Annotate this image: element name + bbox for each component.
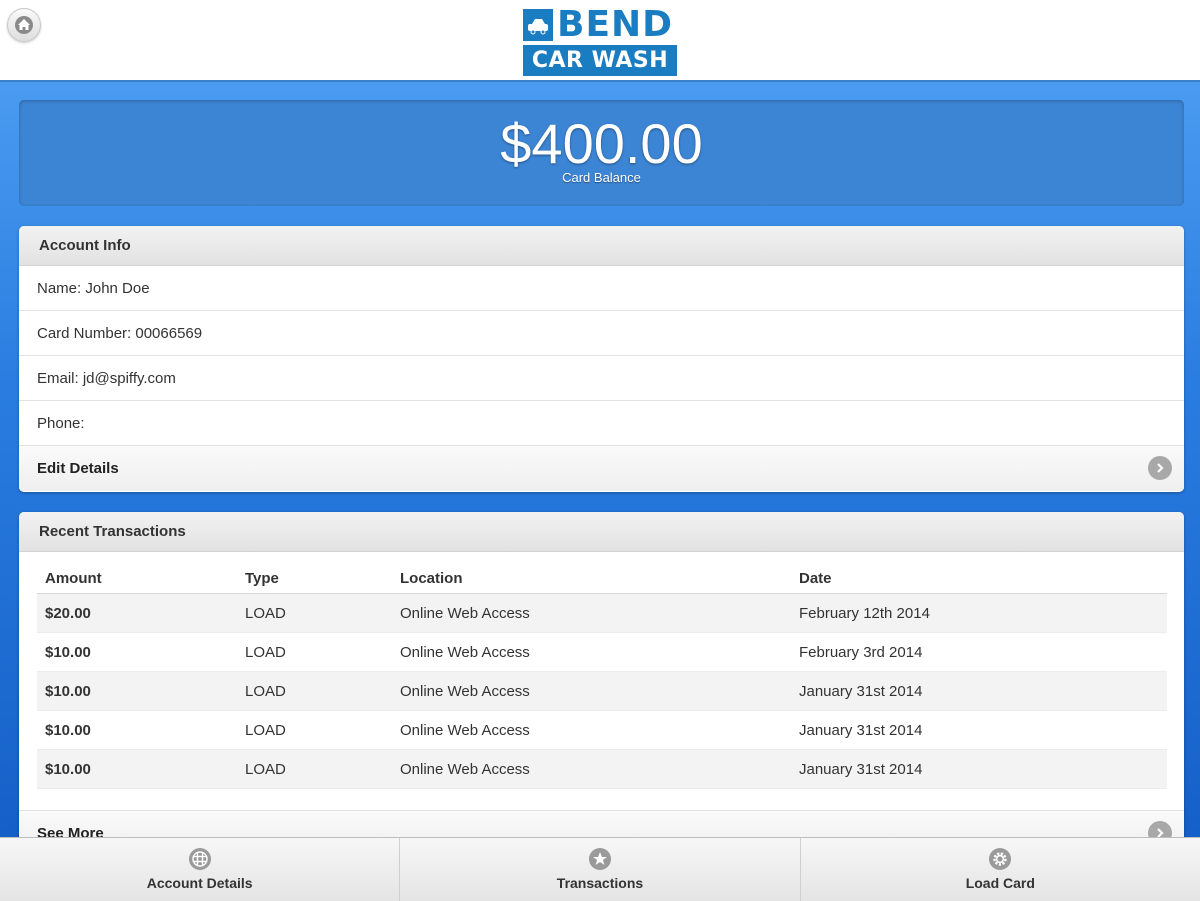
cell-amount: $10.00	[37, 749, 237, 789]
column-amount: Amount	[37, 563, 237, 594]
cell-amount: $10.00	[37, 632, 237, 672]
star-icon	[588, 847, 612, 871]
column-location: Location	[392, 563, 791, 594]
cell-date: February 3rd 2014	[791, 632, 1167, 672]
cell-date: January 31st 2014	[791, 671, 1167, 711]
logo-bottom-word: CAR WASH	[523, 45, 677, 76]
table-row: $10.00 LOAD Online Web Access February 3…	[37, 632, 1167, 672]
car-wash-mark-icon	[523, 9, 553, 41]
nav-load-card[interactable]: Load Card	[801, 838, 1200, 901]
card-balance-panel: $400.00 Card Balance	[19, 100, 1184, 206]
edit-details-label: Edit Details	[37, 460, 119, 477]
recent-transactions-title: Recent Transactions	[19, 512, 1184, 552]
grid-icon	[188, 847, 212, 871]
cell-location: Online Web Access	[392, 710, 791, 750]
cell-location: Online Web Access	[392, 671, 791, 711]
column-type: Type	[237, 563, 392, 594]
table-header-row: Amount Type Location Date	[37, 563, 1167, 594]
cell-type: LOAD	[237, 671, 392, 711]
recent-transactions-card: Recent Transactions Amount Type Location…	[19, 512, 1184, 852]
nav-load-card-label: Load Card	[965, 875, 1035, 891]
cell-type: LOAD	[237, 710, 392, 750]
edit-details-link[interactable]: Edit Details	[19, 446, 1184, 491]
header: BEND CAR WASH	[0, 0, 1200, 82]
transactions-table: Amount Type Location Date $20.00 LOAD On…	[37, 563, 1167, 789]
bottom-nav: Account Details Transactions Load Card	[0, 837, 1200, 901]
cell-amount: $10.00	[37, 710, 237, 750]
nav-transactions[interactable]: Transactions	[400, 838, 801, 901]
nav-account-details-label: Account Details	[146, 875, 253, 891]
balance-amount: $400.00	[500, 112, 703, 175]
logo-top-word: BEND	[557, 4, 674, 45]
cell-location: Online Web Access	[392, 749, 791, 789]
nav-account-details[interactable]: Account Details	[0, 838, 401, 901]
table-row: $20.00 LOAD Online Web Access February 1…	[37, 593, 1167, 633]
table-row: $10.00 LOAD Online Web Access January 31…	[37, 671, 1167, 711]
gear-icon	[988, 847, 1012, 871]
cell-date: January 31st 2014	[791, 710, 1167, 750]
bend-car-wash-logo: BEND CAR WASH	[523, 4, 677, 76]
balance-label: Card Balance	[562, 170, 641, 185]
cell-type: LOAD	[237, 632, 392, 672]
column-date: Date	[791, 563, 1167, 594]
cell-amount: $10.00	[37, 671, 237, 711]
cell-type: LOAD	[237, 593, 392, 633]
table-row: $10.00 LOAD Online Web Access January 31…	[37, 749, 1167, 789]
cell-date: February 12th 2014	[791, 593, 1167, 633]
account-card-number: Card Number: 00066569	[19, 311, 1184, 356]
account-info-title: Account Info	[19, 226, 1184, 266]
cell-amount: $20.00	[37, 593, 237, 633]
home-button[interactable]	[7, 8, 41, 42]
account-email: Email: jd@spiffy.com	[19, 356, 1184, 401]
account-name: Name: John Doe	[19, 266, 1184, 311]
chevron-right-icon	[1148, 456, 1172, 480]
account-info-card: Account Info Name: John Doe Card Number:…	[19, 226, 1184, 492]
main-content: $400.00 Card Balance Account Info Name: …	[0, 82, 1200, 852]
table-row: $10.00 LOAD Online Web Access January 31…	[37, 710, 1167, 750]
cell-location: Online Web Access	[392, 632, 791, 672]
nav-transactions-label: Transactions	[556, 875, 644, 891]
home-icon	[15, 16, 33, 34]
cell-type: LOAD	[237, 749, 392, 789]
cell-date: January 31st 2014	[791, 749, 1167, 789]
cell-location: Online Web Access	[392, 593, 791, 633]
account-phone: Phone:	[19, 401, 1184, 446]
